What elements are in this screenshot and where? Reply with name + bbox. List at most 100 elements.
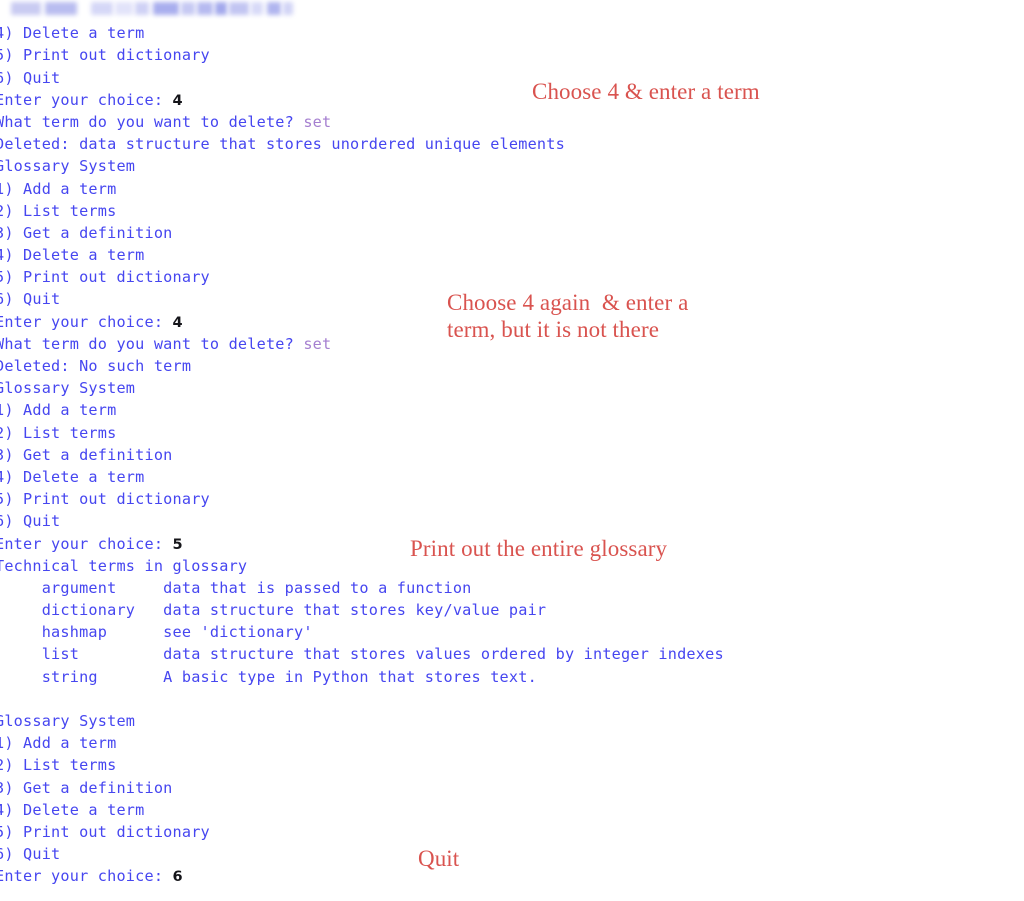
- console-text: 4) Delete a term: [0, 467, 145, 486]
- console-line: What term do you want to delete? set: [0, 111, 1024, 133]
- blur-overlay: [0, 2, 293, 16]
- console-line: hashmap see 'dictionary': [0, 621, 1024, 643]
- console-line: dictionary data structure that stores ke…: [0, 599, 1024, 621]
- console-line: 4) Delete a term: [0, 466, 1024, 488]
- console-text: argument data that is passed to a functi…: [0, 578, 472, 597]
- console-output: 4) Delete a term 5) Print out dictionary 6…: [0, 0, 1024, 888]
- console-line: 5) Print out dictionary: [0, 821, 1024, 843]
- console-line: 6) Quit: [0, 67, 1024, 89]
- console-line: Glossary System: [0, 377, 1024, 399]
- console-text: Enter your choice:: [0, 90, 173, 109]
- console-text: Enter your choice:: [0, 534, 173, 553]
- blur-block: [45, 2, 77, 15]
- user-input-value: 6: [172, 869, 183, 886]
- console-text: 5) Print out dictionary: [0, 46, 210, 65]
- console-text: 1) Add a term: [0, 179, 117, 198]
- console-text: list data structure that stores values o…: [0, 645, 724, 664]
- blur-block: [251, 2, 263, 15]
- console-line: Deleted: No such term: [0, 355, 1024, 377]
- console-line: 1) Add a term: [0, 399, 1024, 421]
- console-line: Glossary System: [0, 710, 1024, 732]
- console-text: Glossary System: [0, 157, 136, 176]
- console-line: 1) Add a term: [0, 178, 1024, 200]
- console-text: 4) Delete a term: [0, 800, 145, 819]
- console-text: 6) Quit: [0, 845, 61, 864]
- console-line: 1) Add a term: [0, 732, 1024, 754]
- annotation-choose-4-again-line1: Choose 4 again & enter a: [447, 290, 689, 315]
- console-line: list data structure that stores values o…: [0, 643, 1024, 665]
- annotation-choose-4-again-line2: term, but it is not there: [447, 317, 660, 342]
- console-text: string A basic type in Python that store…: [0, 667, 537, 686]
- console-text: 1) Add a term: [0, 734, 117, 753]
- console-text: dictionary data structure that stores ke…: [0, 601, 547, 620]
- console-text: 4) Delete a term: [0, 246, 145, 265]
- console-text: 6) Quit: [0, 512, 61, 531]
- console-line: Enter your choice: 4: [0, 89, 1024, 111]
- console-line: 4) Delete a term: [0, 244, 1024, 266]
- console-text: 3) Get a definition: [0, 445, 173, 464]
- blur-block: [153, 2, 179, 15]
- console-line: 3) Get a definition: [0, 222, 1024, 244]
- console-line: 3) Get a definition: [0, 444, 1024, 466]
- console-text: Technical terms in glossary: [0, 556, 248, 575]
- user-input-value: 4: [172, 314, 183, 331]
- console-line: argument data that is passed to a functi…: [0, 577, 1024, 599]
- console-text: 2) List terms: [0, 201, 117, 220]
- console-text: 4) Delete a term: [0, 24, 145, 43]
- annotation-choose-4: Choose 4 & enter a term: [532, 79, 760, 104]
- console-text: 1) Add a term: [0, 401, 117, 420]
- annotation-choose-4-again: Choose 4 again & enter a term, but it is …: [447, 289, 688, 343]
- blur-block: [181, 2, 195, 15]
- console-text: 3) Get a definition: [0, 778, 173, 797]
- console-line: 5) Print out dictionary: [0, 44, 1024, 66]
- console-text: Enter your choice:: [0, 312, 173, 331]
- console-line: Enter your choice: 6: [0, 865, 1024, 887]
- console-line: 5) Print out dictionary: [0, 488, 1024, 510]
- console-text: 5) Print out dictionary: [0, 822, 210, 841]
- console-line: Deleted: data structure that stores unor…: [0, 133, 1024, 155]
- console-line: 2) List terms: [0, 422, 1024, 444]
- user-input-value: 4: [172, 92, 183, 109]
- user-input-value: 5: [172, 536, 183, 553]
- console-text: 6) Quit: [0, 290, 61, 309]
- console-line: 5) Print out dictionary: [0, 266, 1024, 288]
- console-line: 6) Quit: [0, 843, 1024, 865]
- blur-block: [11, 2, 41, 15]
- blur-block: [229, 2, 249, 15]
- blur-block: [115, 2, 133, 15]
- redacted-command-line: [0, 0, 1024, 22]
- console-text: Enter your choice:: [0, 867, 173, 886]
- console-line: 4) Delete a term: [0, 22, 1024, 44]
- console-line: 4) Delete a term: [0, 799, 1024, 821]
- console-text: 6) Quit: [0, 68, 61, 87]
- console-text: What term do you want to delete?: [0, 112, 304, 131]
- console-text: 5) Print out dictionary: [0, 268, 210, 287]
- console-text: 2) List terms: [0, 423, 117, 442]
- blur-block: [197, 2, 213, 15]
- console-line: 2) List terms: [0, 200, 1024, 222]
- console-line: 2) List terms: [0, 754, 1024, 776]
- console-line: 6) Quit: [0, 510, 1024, 532]
- console-text: hashmap see 'dictionary': [0, 623, 313, 642]
- blur-block: [267, 2, 281, 15]
- console-text: 5) Print out dictionary: [0, 490, 210, 509]
- annotation-quit: Quit: [418, 846, 460, 871]
- console-line: Glossary System: [0, 155, 1024, 177]
- annotation-print-glossary: Print out the entire glossary: [410, 536, 668, 561]
- console-text: Glossary System: [0, 712, 136, 730]
- console-text: Glossary System: [0, 379, 136, 398]
- console-text: What term do you want to delete?: [0, 334, 304, 353]
- console-text: 2) List terms: [0, 756, 117, 775]
- user-input-term: set: [303, 112, 332, 131]
- console-line: string A basic type in Python that store…: [0, 666, 1024, 688]
- console-text: Deleted: data structure that stores unor…: [0, 135, 565, 154]
- blur-block: [215, 2, 227, 15]
- console-text: 3) Get a definition: [0, 223, 173, 242]
- blur-block: [135, 2, 149, 15]
- blur-block: [91, 2, 113, 15]
- console-line: 3) Get a definition: [0, 777, 1024, 799]
- user-input-term: set: [303, 334, 332, 353]
- blur-block: [283, 2, 293, 15]
- console-text: Deleted: No such term: [0, 357, 192, 375]
